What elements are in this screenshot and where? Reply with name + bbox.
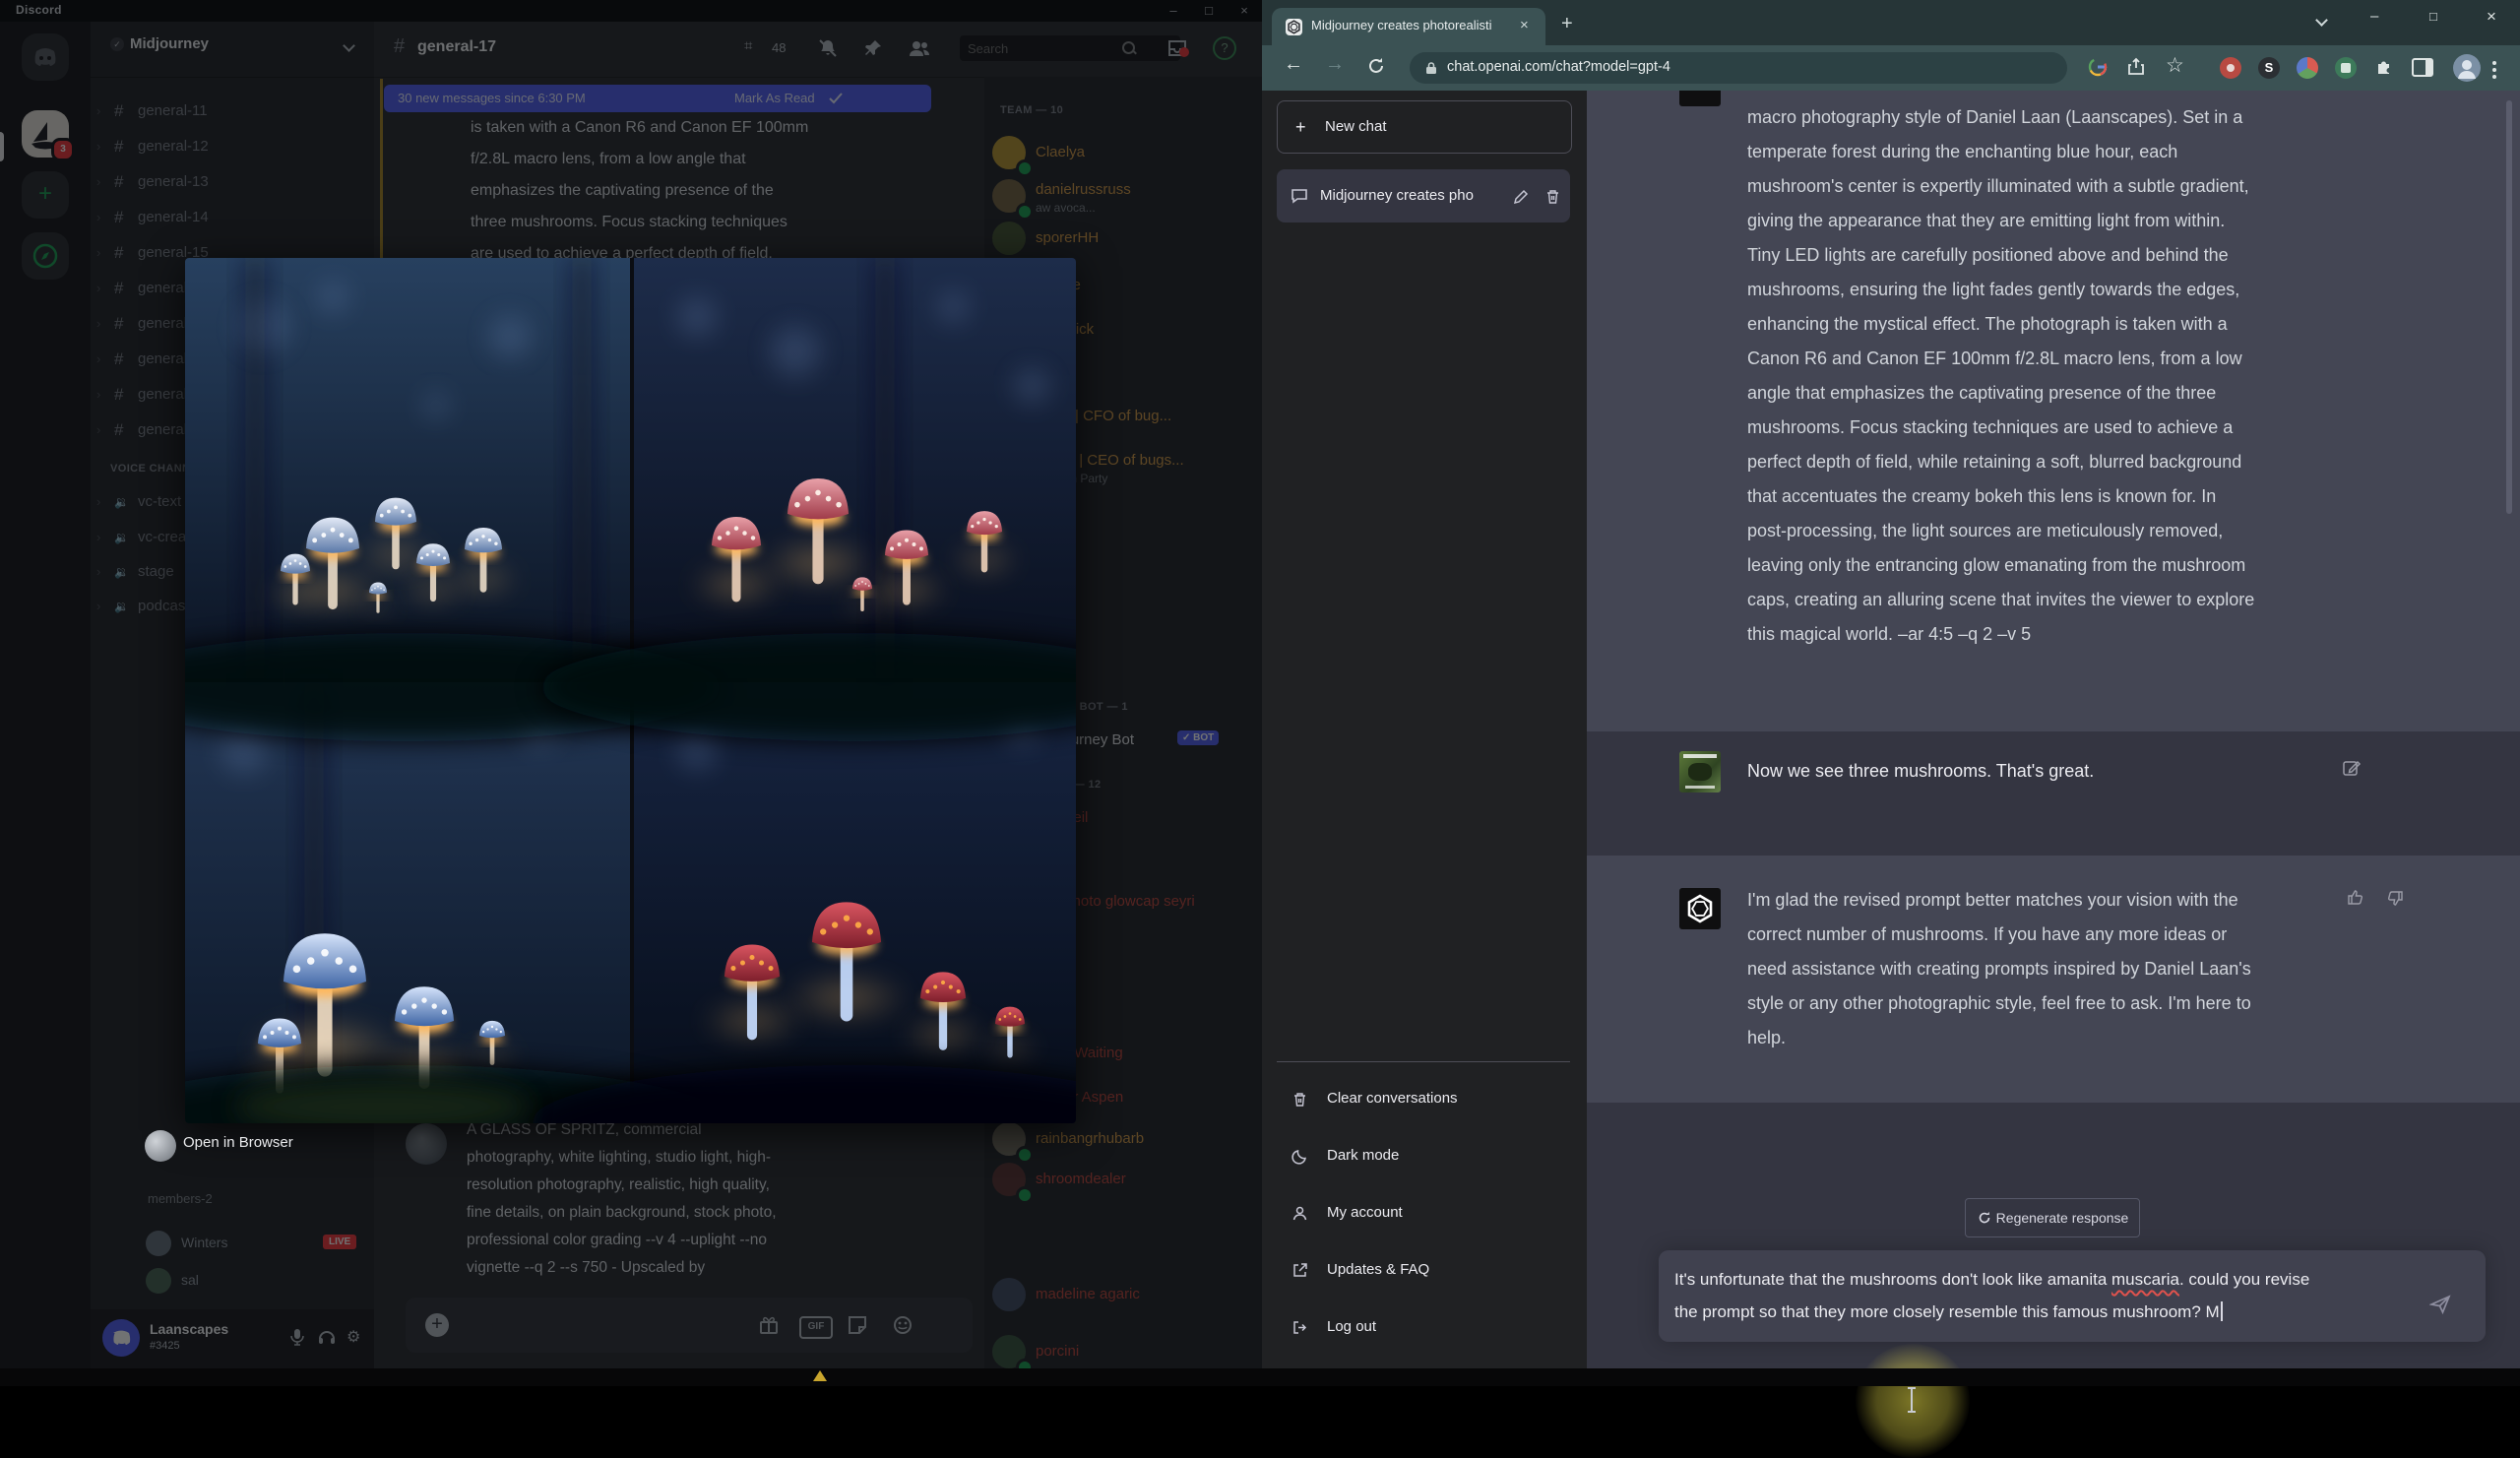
chrome-minimize-icon[interactable]: – bbox=[2370, 8, 2378, 25]
browser-tab[interactable]: Midjourney creates photorealisti × bbox=[1272, 8, 1545, 45]
misspelled-word: muscaria bbox=[2111, 1270, 2179, 1289]
thumbs-up-icon[interactable] bbox=[2347, 887, 2366, 907]
assistant-avatar-partial bbox=[1679, 91, 1721, 106]
share-icon[interactable] bbox=[2126, 56, 2146, 82]
menu-clear-conversations[interactable]: Clear conversations bbox=[1272, 1075, 1575, 1122]
ibeam-cursor-icon bbox=[1908, 1387, 1916, 1413]
extension-icon-1[interactable] bbox=[2220, 57, 2241, 79]
composer-input[interactable]: It's unfortunate that the mushrooms don'… bbox=[1659, 1250, 2486, 1342]
user-avatar bbox=[1679, 751, 1721, 792]
chatgpt-sidebar: + New chat Midjourney creates pho Clear … bbox=[1262, 91, 1587, 1386]
cursor-highlight bbox=[1856, 1344, 1970, 1458]
chat-scrollbar[interactable] bbox=[2506, 100, 2512, 514]
send-icon[interactable] bbox=[2429, 1294, 2451, 1315]
regenerate-response-button[interactable]: Regenerate response bbox=[1965, 1198, 2140, 1237]
conversation-title: Midjourney creates pho bbox=[1320, 187, 1474, 204]
lightbox-image[interactable] bbox=[185, 258, 1076, 1123]
lightbox-avatar bbox=[145, 1130, 176, 1162]
edit-conversation-icon[interactable] bbox=[1513, 188, 1530, 205]
extensions-puzzle-icon[interactable] bbox=[2374, 57, 2394, 83]
bottom-letterbox bbox=[0, 1368, 2520, 1386]
chatgpt-page: + New chat Midjourney creates pho Clear … bbox=[1262, 91, 2520, 1458]
user-message-text: Now we see three mushrooms. That's great… bbox=[1747, 761, 2095, 781]
extension-icon-2[interactable]: S bbox=[2258, 57, 2280, 79]
conversation-item[interactable]: Midjourney creates pho bbox=[1277, 169, 1570, 222]
delete-conversation-icon[interactable] bbox=[1544, 188, 1561, 205]
tab-close-icon[interactable]: × bbox=[1520, 17, 1529, 33]
menu-dark-mode[interactable]: Dark mode bbox=[1272, 1132, 1575, 1179]
side-panel-icon[interactable] bbox=[2412, 58, 2433, 77]
bookmark-star-icon[interactable]: ☆ bbox=[2166, 53, 2184, 78]
tab-favicon-openai-icon bbox=[1286, 19, 1302, 35]
new-tab-icon[interactable]: + bbox=[1561, 13, 1573, 35]
browser-toolbar: ← → chat.openai.com/chat?model=gpt-4 ☆ S bbox=[1262, 45, 2520, 91]
composer-text: It's unfortunate that the mushrooms don'… bbox=[1674, 1270, 2310, 1321]
reload-icon[interactable] bbox=[1366, 56, 1386, 82]
discord-window: Discord – □ × 3 + ✓ Midjourney ›#general… bbox=[0, 0, 1262, 1386]
chrome-window: Midjourney creates photorealisti × + – □… bbox=[1262, 0, 2520, 1458]
tab-title: Midjourney creates photorealisti bbox=[1311, 18, 1492, 32]
url-text: chat.openai.com/chat?model=gpt-4 bbox=[1447, 59, 1670, 75]
address-bar[interactable]: chat.openai.com/chat?model=gpt-4 bbox=[1410, 52, 2067, 84]
chrome-close-icon[interactable]: × bbox=[2487, 7, 2496, 27]
regenerate-icon bbox=[1979, 1212, 1990, 1224]
profile-avatar[interactable] bbox=[2453, 54, 2481, 82]
openai-logo-icon bbox=[1679, 888, 1721, 929]
chrome-maximize-icon[interactable]: □ bbox=[2429, 9, 2437, 24]
forward-icon[interactable]: → bbox=[1325, 53, 1345, 76]
assistant-message-1-text: macro photography style of Daniel Laan (… bbox=[1747, 107, 2255, 644]
assistant-message-2: I'm glad the revised prompt better match… bbox=[1587, 856, 2520, 1103]
browser-menu-icon[interactable] bbox=[2492, 58, 2496, 82]
menu-my-account[interactable]: My account bbox=[1272, 1189, 1575, 1236]
open-in-browser-link[interactable]: Open in Browser bbox=[183, 1134, 293, 1151]
extension-icon-4[interactable] bbox=[2335, 57, 2357, 79]
google-icon[interactable] bbox=[2087, 56, 2109, 84]
window-chevron-icon[interactable] bbox=[2315, 14, 2328, 27]
back-icon[interactable]: ← bbox=[1284, 53, 1303, 76]
sidebar-divider bbox=[1277, 1061, 1570, 1062]
assistant-message-2-text: I'm glad the revised prompt better match… bbox=[1747, 890, 2251, 1047]
scrub-marker bbox=[813, 1370, 827, 1381]
menu-updates-faq[interactable]: Updates & FAQ bbox=[1272, 1246, 1575, 1294]
text-caret bbox=[2220, 1301, 2223, 1321]
assistant-message-1: macro photography style of Daniel Laan (… bbox=[1587, 91, 2520, 731]
thumbs-down-icon[interactable] bbox=[2384, 889, 2404, 909]
plus-icon: + bbox=[1295, 117, 1306, 137]
menu-log-out[interactable]: Log out bbox=[1272, 1303, 1575, 1351]
edit-message-icon[interactable] bbox=[2342, 758, 2362, 778]
new-chat-button[interactable]: + New chat bbox=[1277, 100, 1572, 154]
extension-icon-3[interactable] bbox=[2297, 57, 2318, 79]
